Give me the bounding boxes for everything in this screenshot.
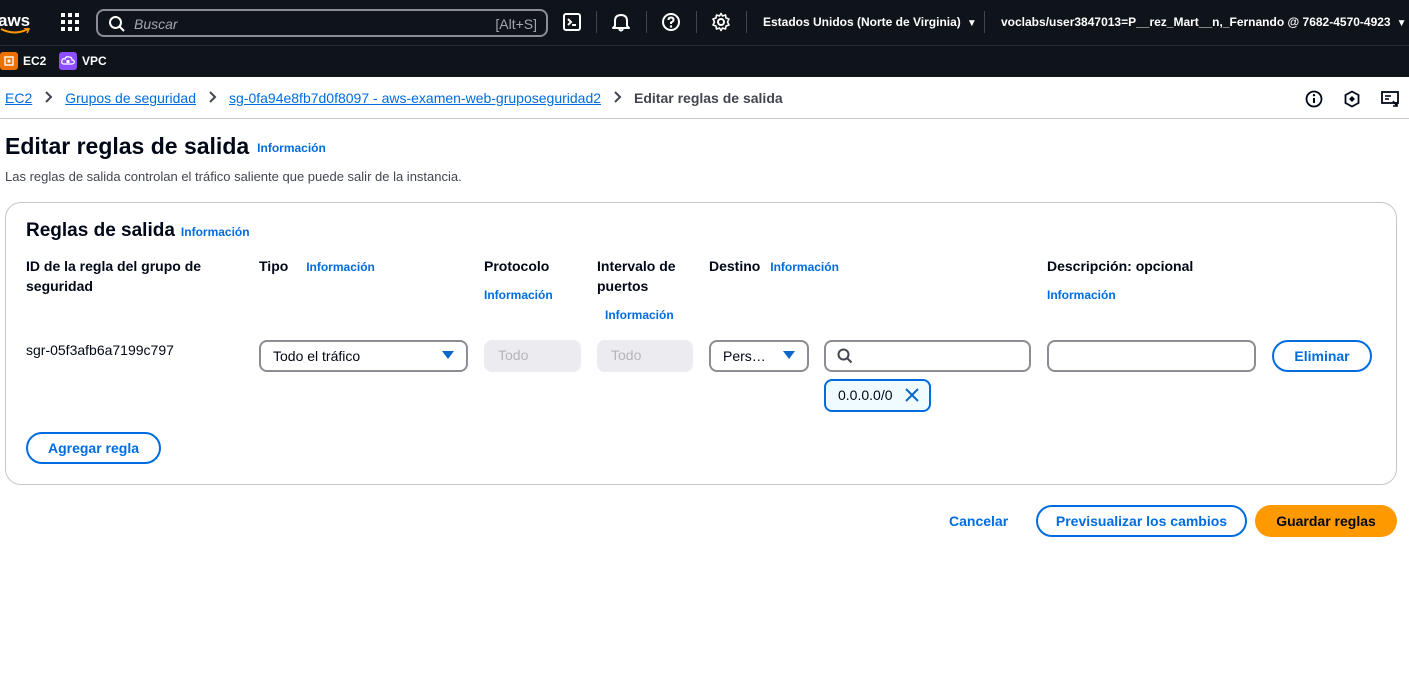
region-label: Estados Unidos (Norte de Virginia) (763, 15, 961, 29)
cancel-button[interactable]: Cancelar (949, 513, 1008, 529)
settings-icon[interactable] (711, 12, 731, 32)
save-rules-button[interactable]: Guardar reglas (1255, 505, 1397, 537)
favorite-label: EC2 (23, 54, 47, 68)
outbound-rules-panel: Reglas de salida Información ID de la reg… (5, 202, 1397, 485)
top-navigation: aws Buscar [Alt+S] Estados Unidos (Norte… (0, 0, 1409, 45)
header-text: Protocolo (484, 258, 550, 274)
delete-rule-button[interactable]: Eliminar (1272, 340, 1372, 372)
account-label: voclabs/user3847013=P__rez_Mart__n,_Fern… (1001, 15, 1391, 29)
favorites-bar: EC2 VPC (0, 45, 1409, 77)
destination-info-link[interactable]: Información (770, 260, 839, 274)
chevron-right-icon (44, 90, 53, 106)
type-info-link[interactable]: Información (306, 260, 375, 274)
column-header-description: Descripción: opcional Información (1047, 256, 1193, 305)
type-select-value: Todo el tráfico (273, 348, 361, 364)
nav-divider (646, 11, 647, 33)
breadcrumb: EC2 Grupos de seguridad sg-0fa94e8fb7d0f… (5, 90, 783, 106)
port-range-field: Todo (597, 340, 693, 372)
column-header-protocol: Protocolo Información (484, 256, 553, 305)
breadcrumb-current: Editar reglas de salida (634, 90, 783, 106)
description-info-link[interactable]: Información (1047, 288, 1116, 302)
favorite-label: VPC (82, 54, 107, 68)
search-placeholder: Buscar (134, 16, 178, 32)
header-text: ID de la regla del grupo de (26, 258, 202, 274)
preview-changes-button[interactable]: Previsualizar los cambios (1036, 505, 1247, 537)
panel-info-link[interactable]: Información (181, 225, 250, 239)
help-icon[interactable] (661, 12, 681, 32)
header-text: puertos (597, 278, 649, 294)
region-selector[interactable]: Estados Unidos (Norte de Virginia) ▼ (763, 15, 977, 29)
column-header-type: Tipo Información (259, 256, 375, 277)
aws-logo[interactable]: aws (0, 8, 32, 36)
port-range-value: Todo (611, 347, 642, 363)
ec2-icon (0, 52, 18, 70)
destination-token-value: 0.0.0.0/0 (838, 387, 893, 403)
column-header-rule-id: ID de la regla del grupo de seguridad (26, 256, 236, 296)
breadcrumb-ec2[interactable]: EC2 (5, 90, 32, 106)
cloudshell-icon[interactable] (562, 12, 582, 32)
protocol-field: Todo (484, 340, 581, 372)
port-info-link[interactable]: Información (605, 308, 674, 322)
search-icon (837, 348, 853, 364)
page-description: Las reglas de salida controlan el tráfic… (5, 169, 462, 184)
nav-divider (596, 11, 597, 33)
nav-divider (984, 11, 985, 33)
rule-id: sgr-05f3afb6a7199c797 (26, 342, 174, 358)
close-icon[interactable] (904, 387, 920, 403)
header-text: Descripción: opcional (1047, 258, 1194, 274)
type-select[interactable]: Todo el tráfico (259, 340, 468, 372)
account-menu[interactable]: voclabs/user3847013=P__rez_Mart__n,_Fern… (1001, 15, 1407, 29)
page-title-text: Editar reglas de salida (5, 133, 250, 159)
chevron-right-icon (208, 90, 217, 106)
caret-down-icon (783, 351, 795, 359)
favorite-ec2[interactable]: EC2 (0, 52, 46, 70)
description-input[interactable] (1047, 340, 1256, 372)
page-title: Editar reglas de salida Información (5, 133, 326, 160)
search-box[interactable]: Buscar [Alt+S] (96, 9, 548, 37)
feedback-icon[interactable] (1342, 89, 1362, 109)
info-panel-icon[interactable] (1304, 89, 1324, 109)
panel-title: Reglas de salida Información (26, 220, 250, 242)
destination-search-input[interactable] (824, 340, 1031, 372)
header-text: Destino (709, 258, 761, 274)
protocol-value: Todo (498, 347, 529, 363)
search-shortcut: [Alt+S] (495, 16, 537, 32)
header-text: Intervalo de (597, 258, 676, 274)
caret-down-icon: ▼ (966, 18, 977, 29)
nav-divider (696, 11, 697, 33)
aws-smile-icon (0, 28, 30, 34)
caret-down-icon: ▼ (1396, 18, 1407, 29)
column-header-port-range: Intervalo de puertos Información (597, 256, 676, 325)
panel-title-text: Reglas de salida (26, 220, 175, 241)
add-rule-button[interactable]: Agregar regla (26, 432, 161, 464)
breadcrumb-security-group[interactable]: sg-0fa94e8fb7d0f8097 - aws-examen-web-gr… (229, 90, 601, 106)
breadcrumb-security-groups[interactable]: Grupos de seguridad (65, 90, 196, 106)
protocol-info-link[interactable]: Información (484, 288, 553, 302)
header-text: seguridad (26, 278, 93, 294)
page-info-link[interactable]: Información (257, 141, 326, 155)
notifications-icon[interactable] (611, 12, 631, 32)
tutorial-panel-icon[interactable] (1380, 89, 1400, 109)
chevron-right-icon (613, 90, 622, 106)
destination-token: 0.0.0.0/0 (824, 379, 931, 412)
destination-type-value: Pers… (723, 348, 766, 364)
column-header-destination: Destino Información (709, 256, 839, 277)
vpc-icon (59, 52, 77, 70)
search-icon (109, 16, 125, 32)
services-grid-icon[interactable] (61, 13, 79, 31)
nav-divider (746, 11, 747, 33)
caret-down-icon (442, 351, 454, 359)
destination-type-select[interactable]: Pers… (709, 340, 809, 372)
breadcrumb-bar: EC2 Grupos de seguridad sg-0fa94e8fb7d0f… (0, 77, 1409, 119)
header-text: Tipo (259, 258, 289, 274)
favorite-vpc[interactable]: VPC (59, 52, 107, 70)
